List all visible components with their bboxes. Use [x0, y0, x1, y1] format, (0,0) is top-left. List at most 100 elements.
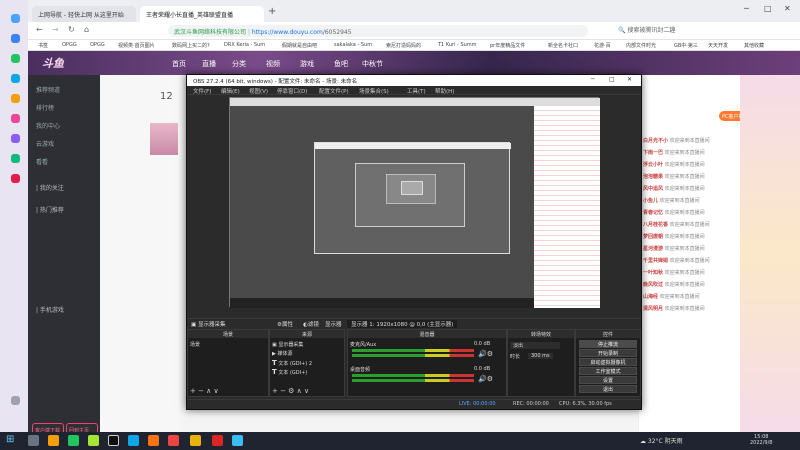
bookmark[interactable]: 数码网上买二的? — [172, 42, 210, 49]
bookmark[interactable]: OPGG — [62, 42, 77, 48]
source-item[interactable]: ▣ 显示器采集 — [272, 341, 303, 348]
source-item[interactable]: T 文本 (GDI+) 2 — [272, 359, 312, 367]
bookmark[interactable]: sakalaka - Sum — [334, 42, 372, 48]
minimize-icon[interactable]: ─ — [591, 76, 595, 83]
add-icon[interactable] — [11, 396, 20, 405]
exit-button[interactable]: 退出 — [579, 385, 637, 393]
bookmark[interactable]: 书签 — [38, 42, 48, 49]
app-icon[interactable] — [68, 435, 79, 446]
bookmark[interactable]: 内部文件时光 — [626, 42, 656, 49]
app-icon[interactable] — [128, 435, 139, 446]
display-select[interactable]: 显示器 1: 1920x1080 @ 0,0 (主显示器) — [347, 320, 458, 328]
nav-game[interactable]: 游戏 — [300, 59, 314, 69]
settings-button[interactable]: 设置 — [579, 376, 637, 384]
scene-item[interactable]: 场景 — [190, 341, 200, 348]
bookmark[interactable]: 视频类·首页图片 — [118, 42, 155, 49]
bookmark[interactable]: GB中·第三 — [674, 42, 698, 49]
promo-banner[interactable] — [740, 75, 800, 432]
app-icon[interactable] — [11, 134, 20, 143]
virtual-camera-button[interactable]: 启动虚拟摄像机 — [579, 358, 637, 366]
chat-user[interactable]: 八月桂花香 — [643, 222, 668, 228]
chat-user[interactable]: 下雨一巴 — [643, 150, 663, 156]
search-icon[interactable] — [28, 435, 39, 446]
maximize-icon[interactable]: □ — [764, 4, 772, 13]
bookmark[interactable]: 索尼打造妈妈的 — [386, 42, 421, 49]
chat-user[interactable]: 泡泡糖果 — [643, 174, 663, 180]
speaker-icon[interactable]: 🔊⚙ — [478, 375, 493, 383]
app-icon[interactable] — [11, 114, 20, 123]
menu-docks[interactable]: 停靠窗口(D) — [277, 87, 308, 95]
site-logo[interactable]: 斗鱼 — [42, 55, 64, 71]
obs-preview[interactable] — [229, 97, 600, 308]
app-icon[interactable] — [11, 74, 20, 83]
back-icon[interactable]: ← — [36, 25, 43, 34]
source-item[interactable]: T 文本 (GDI+) — [272, 368, 307, 376]
chat-user[interactable]: 青春记忆 — [643, 210, 663, 216]
sidebar-item[interactable]: 看看 — [36, 157, 48, 166]
bookmark[interactable]: 假期就是自由吧 — [282, 42, 317, 49]
menu-tools[interactable]: 工具(T) — [407, 87, 426, 95]
chat-user[interactable]: 一叶知秋 — [643, 270, 663, 276]
system-tray[interactable]: ☁ 32°C 阴天雨 — [640, 436, 683, 445]
chat-user[interactable]: 浮云小叶 — [643, 162, 663, 168]
duration-input[interactable]: 300 ms — [528, 353, 553, 359]
chrome-icon[interactable] — [212, 435, 223, 446]
transition-select[interactable]: 淡出 — [510, 342, 560, 349]
minimize-icon[interactable]: ─ — [744, 4, 749, 13]
app-icon[interactable] — [88, 435, 99, 446]
source-item[interactable]: ▶ 媒体源 — [272, 350, 292, 357]
bookmark[interactable]: 花游·百 — [594, 42, 611, 49]
scene-controls[interactable]: + − ∧ ∨ — [190, 387, 219, 395]
menu-scene-collection[interactable]: 场景集合(S) — [359, 87, 389, 95]
windows-start-icon[interactable]: ⊞ — [6, 434, 14, 445]
bookmark[interactable]: T1 Kuri - Summ — [438, 42, 477, 48]
clock[interactable]: 15:08 2022/9/8 — [750, 434, 772, 446]
menu-view[interactable]: 视图(V) — [249, 87, 268, 95]
app-icon[interactable] — [11, 154, 20, 163]
chat-user[interactable]: 清风明月 — [643, 306, 663, 312]
menu-help[interactable]: 帮助(H) — [435, 87, 454, 95]
app-icon[interactable] — [168, 435, 179, 446]
bookmark[interactable]: 新全名卡社口 — [548, 42, 578, 49]
bookmark[interactable]: 其他收藏 — [744, 42, 764, 49]
browser-tab[interactable]: 上网导航 - 轻快上网 从这里开始 — [32, 6, 136, 22]
app-icon[interactable] — [190, 435, 201, 446]
start-recording-button[interactable]: 开始录制 — [579, 349, 637, 357]
chat-user[interactable]: 星河漫游 — [643, 246, 663, 252]
close-icon[interactable]: ✕ — [784, 4, 791, 13]
sidebar-item[interactable]: 云游戏 — [36, 139, 54, 148]
menu-edit[interactable]: 编辑(E) — [221, 87, 240, 95]
bookmark[interactable]: DRX Keria - Sum — [224, 42, 265, 48]
sidebar-item[interactable]: 排行榜 — [36, 103, 54, 112]
app-icon[interactable] — [11, 94, 20, 103]
home-icon[interactable]: ⌂ — [84, 25, 89, 34]
bookmark[interactable]: 天天开发 — [708, 42, 728, 49]
nav-festival[interactable]: 中秋节 — [362, 59, 383, 69]
app-icon[interactable] — [11, 14, 20, 23]
refresh-icon[interactable]: ↻ — [68, 25, 75, 34]
browser-tab-active[interactable]: 王者荣耀小长直播_英雄联盟直播 — [140, 6, 264, 22]
app-icon[interactable] — [11, 174, 20, 183]
chat-user[interactable]: 晚风吹过 — [643, 282, 663, 288]
chat-user[interactable]: 白月光不小 — [643, 138, 668, 144]
menu-profile[interactable]: 配置文件(P) — [319, 87, 349, 95]
maximize-icon[interactable]: □ — [609, 76, 615, 83]
nav-category[interactable]: 分类 — [232, 59, 246, 69]
filters-button[interactable]: ◐滤镜 — [303, 320, 319, 328]
nav-live[interactable]: 直播 — [202, 59, 216, 69]
obs-taskbar-icon[interactable] — [108, 435, 119, 446]
speaker-icon[interactable]: 🔊⚙ — [478, 350, 493, 358]
app-icon[interactable] — [232, 435, 243, 446]
forward-icon[interactable]: → — [52, 25, 59, 34]
stop-streaming-button[interactable]: 停止推流 — [579, 340, 637, 348]
close-icon[interactable]: ✕ — [627, 76, 632, 83]
app-icon[interactable] — [11, 34, 20, 43]
new-tab-button[interactable]: + — [268, 6, 276, 17]
chat-user[interactable]: 小鱼儿 — [643, 198, 658, 204]
chat-user[interactable]: 梦回唐朝 — [643, 234, 663, 240]
app-icon[interactable] — [48, 435, 59, 446]
streamer-thumbnail[interactable] — [150, 123, 178, 155]
app-icon[interactable] — [11, 54, 20, 63]
nav-home[interactable]: 首页 — [172, 59, 186, 69]
bookmark[interactable]: pr年度精品文件 — [490, 42, 525, 49]
